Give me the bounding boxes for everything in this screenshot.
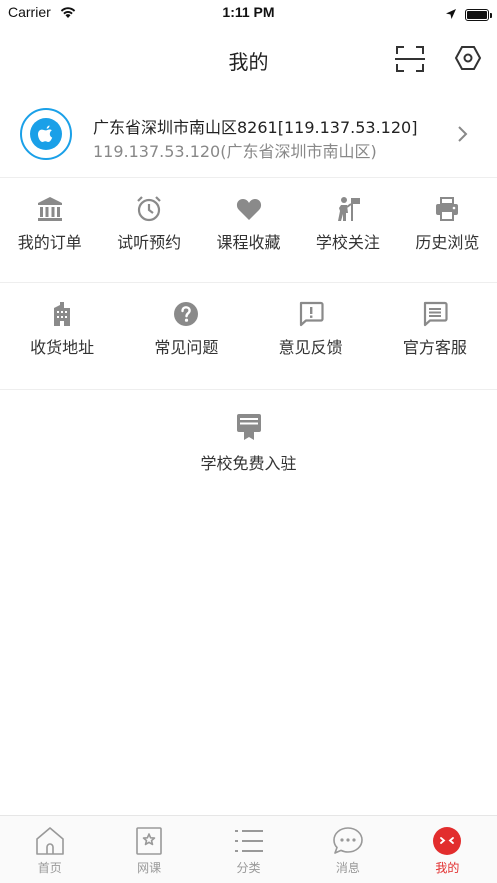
- location-arrow-icon: [445, 5, 457, 24]
- clock: 1:11 PM: [222, 4, 275, 20]
- menu-item-customer-service[interactable]: 官方客服: [373, 300, 497, 389]
- menu-item-label: 学校免费入驻: [200, 454, 297, 473]
- scan-icon[interactable]: [393, 44, 427, 74]
- heart-icon: [236, 199, 261, 220]
- menu-row-1: 我的订单 试听预约 课程收藏 学校关注 历史浏览: [0, 195, 497, 283]
- menu-row-2: 收货地址 常见问题 意见反馈 官方客服: [0, 300, 497, 390]
- tab-label: 网课: [137, 861, 162, 875]
- menu-item-school-join[interactable]: 学校免费入驻: [0, 412, 497, 474]
- apple-logo-icon: [30, 118, 62, 150]
- menu-item-feedback[interactable]: 意见反馈: [249, 300, 373, 389]
- tab-label: 消息: [335, 861, 360, 875]
- menu-item-label: 学校关注: [315, 233, 380, 252]
- menu-item-label: 意见反馈: [278, 338, 343, 357]
- menu-item-favorites[interactable]: 课程收藏: [199, 195, 298, 282]
- bookmark-star-icon: [136, 827, 162, 855]
- menu-item-label: 官方客服: [402, 338, 467, 357]
- menu-item-label: 课程收藏: [216, 233, 281, 252]
- tab-messages[interactable]: 消息: [298, 816, 397, 883]
- message-icon: [423, 301, 448, 327]
- profile-name: 广东省深圳市南山区8261[119.137.53.120]: [93, 118, 418, 137]
- menu-item-label: 常见问题: [154, 338, 219, 357]
- chevron-right-icon: [456, 125, 468, 147]
- profile-face-icon: [433, 827, 462, 855]
- menu-item-label: 历史浏览: [415, 233, 480, 252]
- battery-icon: [465, 8, 492, 21]
- menu-item-label: 收货地址: [30, 338, 95, 357]
- tab-label: 分类: [236, 861, 261, 875]
- bank-icon: [37, 197, 62, 221]
- tab-mine[interactable]: 我的: [398, 816, 497, 883]
- menu-item-school-follow[interactable]: 学校关注: [298, 195, 397, 282]
- avatar[interactable]: [20, 108, 72, 160]
- person-flag-icon: [337, 197, 360, 221]
- menu-item-faq[interactable]: 常见问题: [124, 300, 248, 389]
- building-icon: [54, 302, 71, 326]
- tab-categories[interactable]: 分类: [199, 816, 298, 883]
- profile-card[interactable]: 广东省深圳市南山区8261[119.137.53.120] 119.137.53…: [0, 92, 497, 178]
- help-circle-icon: [174, 302, 199, 326]
- nav-bar: 我的: [0, 26, 497, 90]
- list-icon: [234, 830, 263, 852]
- profile-subtitle: 119.137.53.120(广东省深圳市南山区): [93, 142, 377, 161]
- tab-online-courses[interactable]: 网课: [99, 816, 198, 883]
- feedback-icon: [299, 301, 324, 327]
- home-icon: [35, 827, 64, 855]
- tab-label: 首页: [37, 861, 62, 875]
- settings-hexagon-icon[interactable]: [454, 44, 482, 72]
- menu-item-trial-booking[interactable]: 试听预约: [99, 195, 198, 282]
- menu-item-address[interactable]: 收货地址: [0, 300, 124, 389]
- status-bar: Carrier 1:11 PM: [0, 0, 497, 26]
- menu-item-history[interactable]: 历史浏览: [398, 195, 497, 282]
- printer-icon: [436, 197, 459, 221]
- menu-item-label: 我的订单: [17, 233, 82, 252]
- menu-item-label: 试听预约: [117, 233, 182, 252]
- certificate-icon: [236, 414, 261, 440]
- menu-item-orders[interactable]: 我的订单: [0, 195, 99, 282]
- tab-bar: 首页 网课 分类 消息 我的: [0, 815, 497, 883]
- tab-home[interactable]: 首页: [0, 816, 99, 883]
- chat-icon: [333, 827, 363, 854]
- alarm-clock-icon: [137, 196, 161, 222]
- tab-label: 我的: [435, 861, 460, 875]
